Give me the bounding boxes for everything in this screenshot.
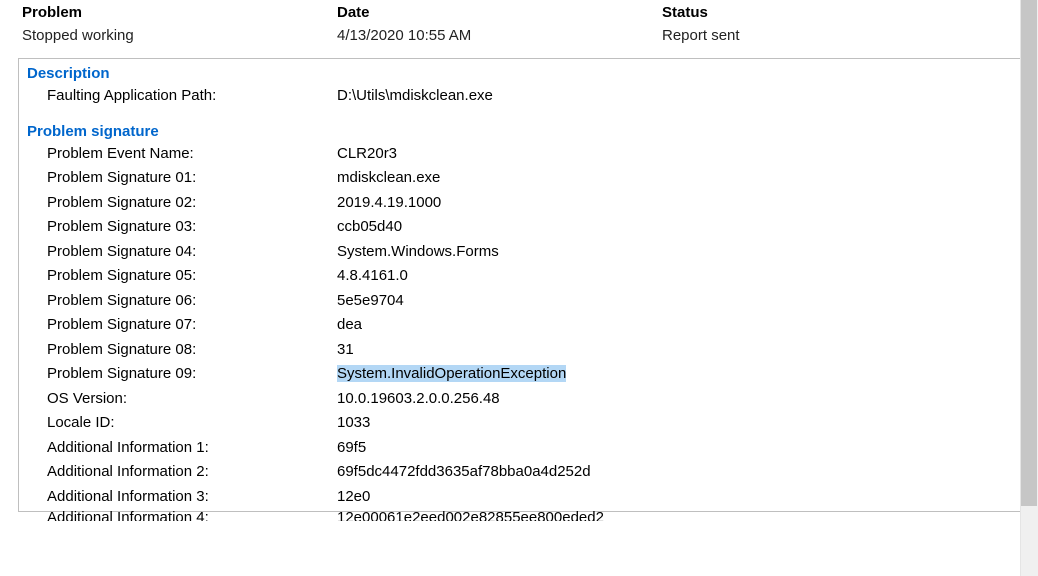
- signature-value: ccb05d40: [337, 216, 402, 239]
- signature-row: Problem Signature 04:System.Windows.Form…: [27, 240, 1023, 265]
- signature-row: Problem Signature 05:4.8.4161.0: [27, 264, 1023, 289]
- summary-date: 4/13/2020 10:55 AM: [337, 27, 662, 44]
- signature-label-cutoff: Additional Information 4:: [47, 510, 337, 521]
- description-value: D:\Utils\mdiskclean.exe: [337, 85, 493, 108]
- signature-label: Problem Signature 05:: [47, 265, 337, 288]
- signature-row: Problem Signature 08:31: [27, 338, 1023, 363]
- signature-label: Problem Signature 08:: [47, 339, 337, 362]
- signature-value: System.Windows.Forms: [337, 241, 499, 264]
- summary-row: Stopped working 4/13/2020 10:55 AM Repor…: [8, 23, 1032, 58]
- summary-problem: Stopped working: [22, 27, 337, 44]
- signature-row: Locale ID:1033: [27, 411, 1023, 436]
- signature-row: Problem Signature 07:dea: [27, 313, 1023, 338]
- header-date: Date: [337, 4, 662, 21]
- signature-label: Problem Signature 06:: [47, 290, 337, 313]
- signature-row: OS Version:10.0.19603.2.0.0.256.48: [27, 387, 1023, 412]
- signature-label: Additional Information 3:: [47, 486, 337, 509]
- signature-label: Problem Event Name:: [47, 143, 337, 166]
- signature-value: 1033: [337, 412, 370, 435]
- signature-value: CLR20r3: [337, 143, 397, 166]
- signature-row: Additional Information 1:69f5: [27, 436, 1023, 461]
- signature-value: System.InvalidOperationException: [337, 363, 566, 386]
- signature-label: Problem Signature 01:: [47, 167, 337, 190]
- section-title-description: Description: [27, 65, 1023, 82]
- signature-row: Problem Signature 03:ccb05d40: [27, 215, 1023, 240]
- signature-label: Problem Signature 07:: [47, 314, 337, 337]
- signature-value: 69f5dc4472fdd3635af78bba0a4d252d: [337, 461, 591, 484]
- signature-value-cutoff: 12e00061e2eed002e82855ee800eded2: [337, 510, 604, 521]
- column-headers: Problem Date Status: [8, 0, 1032, 23]
- signature-label: OS Version:: [47, 388, 337, 411]
- signature-label: Problem Signature 03:: [47, 216, 337, 239]
- signature-value: 5e5e9704: [337, 290, 404, 313]
- signature-row: Problem Event Name:CLR20r3: [27, 142, 1023, 167]
- details-panel: Description Faulting Application Path:D:…: [18, 58, 1028, 512]
- signature-row-cutoff: Additional Information 4: 12e00061e2eed0…: [27, 509, 1023, 521]
- description-row: Faulting Application Path:D:\Utils\mdisk…: [27, 84, 1023, 109]
- signature-value: 69f5: [337, 437, 366, 460]
- vertical-scrollbar[interactable]: [1020, 0, 1038, 576]
- signature-row: Problem Signature 01:mdiskclean.exe: [27, 166, 1023, 191]
- signature-label: Problem Signature 09:: [47, 363, 337, 386]
- signature-value: 4.8.4161.0: [337, 265, 408, 288]
- signature-row: Problem Signature 02:2019.4.19.1000: [27, 191, 1023, 216]
- signature-row: Additional Information 3:12e0: [27, 485, 1023, 510]
- section-title-signature: Problem signature: [27, 123, 1023, 140]
- signature-label: Additional Information 2:: [47, 461, 337, 484]
- signature-value: 12e0: [337, 486, 370, 509]
- signature-value: 31: [337, 339, 354, 362]
- signature-label: Problem Signature 04:: [47, 241, 337, 264]
- header-problem: Problem: [22, 4, 337, 21]
- summary-status: Report sent: [662, 27, 1024, 44]
- signature-row: Problem Signature 06:5e5e9704: [27, 289, 1023, 314]
- highlighted-value[interactable]: System.InvalidOperationException: [337, 365, 566, 382]
- header-status: Status: [662, 4, 1024, 21]
- description-label: Faulting Application Path:: [47, 85, 337, 108]
- signature-row: Problem Signature 09:System.InvalidOpera…: [27, 362, 1023, 387]
- signature-label: Additional Information 1:: [47, 437, 337, 460]
- signature-value: 10.0.19603.2.0.0.256.48: [337, 388, 500, 411]
- signature-row: Additional Information 2:69f5dc4472fdd36…: [27, 460, 1023, 485]
- signature-value: dea: [337, 314, 362, 337]
- signature-label: Problem Signature 02:: [47, 192, 337, 215]
- signature-value: 2019.4.19.1000: [337, 192, 441, 215]
- scrollbar-thumb[interactable]: [1021, 0, 1037, 506]
- signature-label: Locale ID:: [47, 412, 337, 435]
- signature-value: mdiskclean.exe: [337, 167, 440, 190]
